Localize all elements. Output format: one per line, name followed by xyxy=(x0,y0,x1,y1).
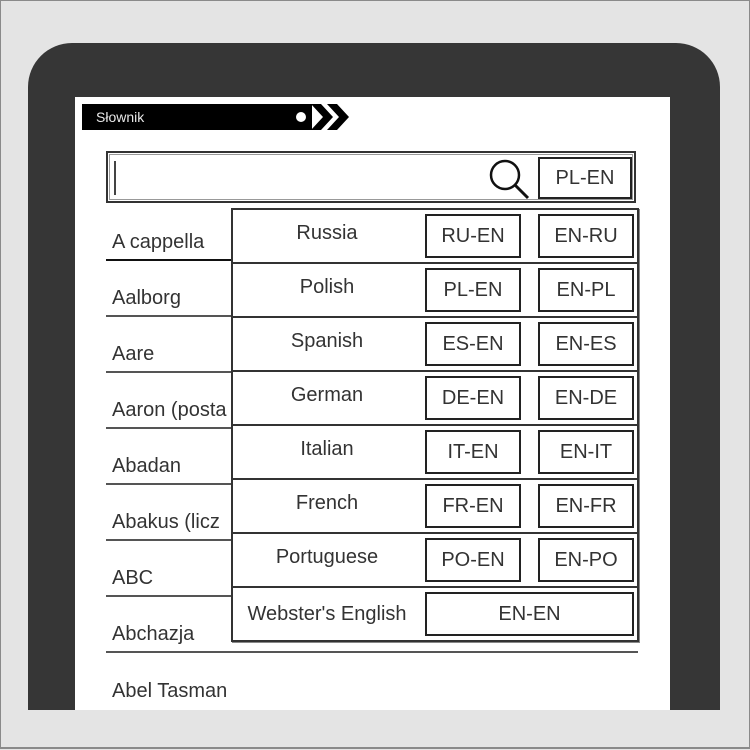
word-label: Aalborg xyxy=(112,286,181,309)
language-row-spanish: Spanish ES-EN EN-ES xyxy=(233,318,637,372)
direction-button-it-en[interactable]: IT-EN xyxy=(425,430,521,474)
word-label: Aaron (posta xyxy=(112,398,227,421)
direction-button-po-en[interactable]: PO-EN xyxy=(425,538,521,582)
language-name: Portuguese xyxy=(275,546,379,568)
word-label: Abchazja xyxy=(112,622,195,645)
language-name: Spanish xyxy=(290,330,364,352)
word-label: Aare xyxy=(112,342,155,365)
word-label: ABC xyxy=(112,566,154,589)
app-title: Słownik xyxy=(96,109,145,125)
language-name: Polish xyxy=(299,276,355,298)
language-name: French xyxy=(295,492,359,514)
text-cursor xyxy=(114,161,116,195)
direction-button-es-en[interactable]: ES-EN xyxy=(425,322,521,366)
language-row-german: German DE-EN EN-DE xyxy=(233,372,637,426)
search-input[interactable] xyxy=(120,157,484,199)
direction-button-en-pl[interactable]: EN-PL xyxy=(538,268,634,312)
direction-button-en-de[interactable]: EN-DE xyxy=(538,376,634,420)
chevron-right-icon xyxy=(311,104,349,130)
direction-button-en-po[interactable]: EN-PO xyxy=(538,538,634,582)
direction-button-ru-en[interactable]: RU-EN xyxy=(425,214,521,258)
device-screen: Słownik PL-EN A cappella Aalborg Aare Aa… xyxy=(75,97,670,710)
language-row-russia: Russia RU-EN EN-RU xyxy=(233,210,637,264)
direction-button-pl-en[interactable]: PL-EN xyxy=(425,268,521,312)
language-row-french: French FR-EN EN-FR xyxy=(233,480,637,534)
word-label: A cappella xyxy=(112,230,205,253)
language-dropdown: Russia RU-EN EN-RU Polish PL-EN EN-PL Sp… xyxy=(231,208,639,642)
direction-button-en-it[interactable]: EN-IT xyxy=(538,430,634,474)
search-bar: PL-EN xyxy=(106,151,636,203)
language-name: Webster's English xyxy=(247,602,407,625)
direction-button-de-en[interactable]: DE-EN xyxy=(425,376,521,420)
direction-button-en-en[interactable]: EN-EN xyxy=(425,592,634,636)
language-name: Russia xyxy=(296,222,358,244)
word-label: Abadan xyxy=(112,454,181,477)
direction-button-en-ru[interactable]: EN-RU xyxy=(538,214,634,258)
search-icon[interactable] xyxy=(486,157,534,201)
direction-button-en-fr[interactable]: EN-FR xyxy=(538,484,634,528)
word-label: Abel Tasman xyxy=(112,679,228,702)
direction-button-fr-en[interactable]: FR-EN xyxy=(425,484,521,528)
status-dot-icon xyxy=(296,112,306,122)
list-item[interactable]: Abel Tasman xyxy=(106,653,638,709)
language-name: German xyxy=(290,384,364,406)
language-row-italian: Italian IT-EN EN-IT xyxy=(233,426,637,480)
language-row-websters-english: Webster's English EN-EN xyxy=(233,588,637,642)
title-bar-background: Słownik xyxy=(82,104,312,130)
language-row-portuguese: Portuguese PO-EN EN-PO xyxy=(233,534,637,588)
word-label: Abakus (licz xyxy=(112,510,220,533)
language-row-polish: Polish PL-EN EN-PL xyxy=(233,264,637,318)
direction-button-en-es[interactable]: EN-ES xyxy=(538,322,634,366)
language-direction-button[interactable]: PL-EN xyxy=(538,157,632,199)
language-name: Italian xyxy=(300,438,354,460)
